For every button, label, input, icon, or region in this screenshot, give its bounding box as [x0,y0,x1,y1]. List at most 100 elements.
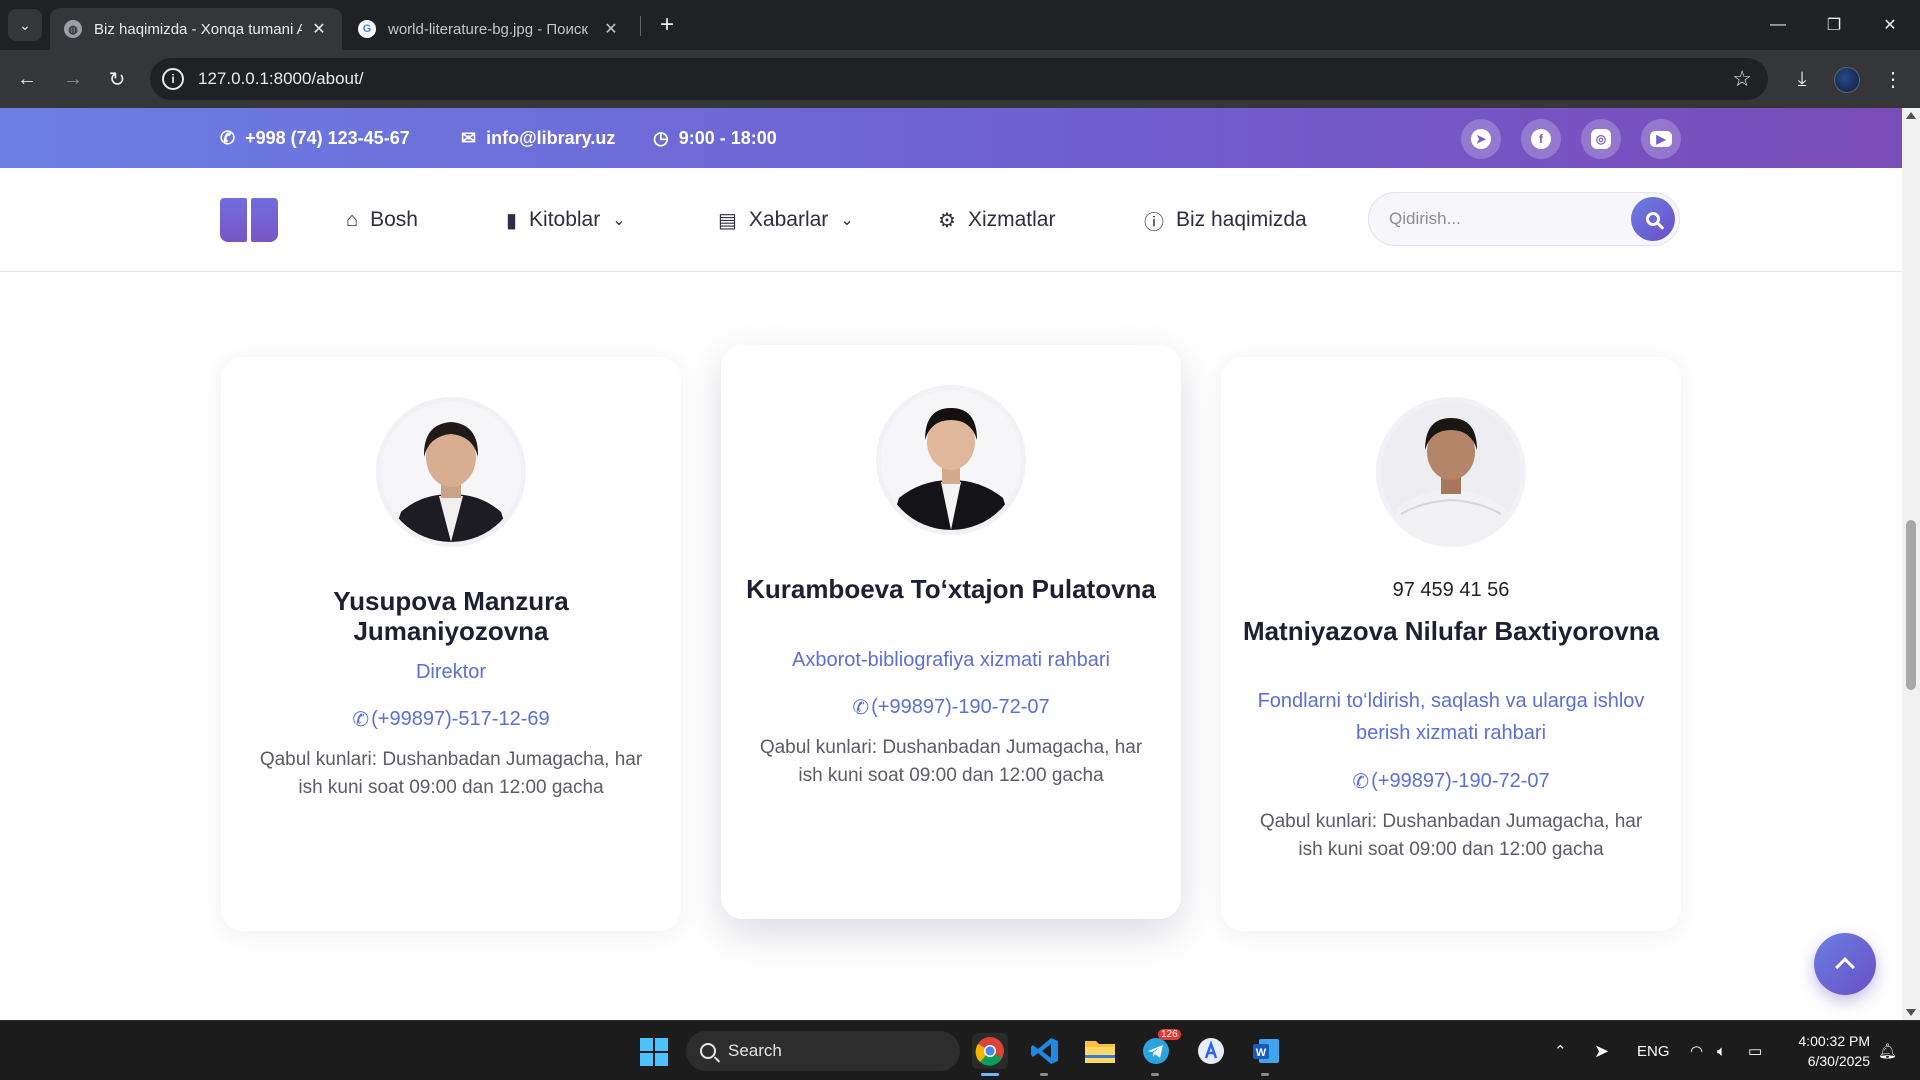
vscode-logo [1031,1038,1058,1064]
telegram-badge: 126 [1158,1029,1181,1040]
chevron-down-icon: ⌄ [612,212,626,229]
nav-item-xizmatlar[interactable]: ⚙ Xizmatlar [938,168,1055,272]
staff-phone-link[interactable]: ✆ (+99897)-190-72-07 [1221,769,1681,794]
back-icon[interactable]: ← [10,62,44,96]
telegram-tray-icon[interactable]: ➤ [1594,1021,1609,1080]
staff-role: Direktor [415,661,486,683]
working-hours: ◷ 9:00 - 18:00 [653,108,777,168]
instagram-link[interactable]: ◎ [1581,119,1621,159]
download-icon[interactable]: ⤓ [1785,62,1819,96]
scroll-to-top-button[interactable] [1814,933,1876,995]
chrome-logo [975,1037,1004,1066]
page-viewport: ✆ +998 (74) 123-45-67 ✉ info@library.uz … [0,108,1902,1020]
a-store-logo [1198,1038,1224,1064]
volume-icon[interactable]: 🔈︎ [1717,1021,1726,1080]
instagram-icon: ◎ [1591,129,1611,149]
chrome-app-icon[interactable] [972,1033,1008,1069]
contact-phone-text: +998 (74) 123-45-67 [245,127,410,148]
file-explorer-icon[interactable] [1082,1033,1118,1069]
tab-google-search[interactable]: G world-literature-bg.jpg - Поиск ✕ [344,8,634,50]
taskbar-search[interactable]: Search [686,1031,960,1071]
tab-close-icon[interactable]: ✕ [310,19,328,39]
envelope-icon: ✉ [461,127,477,148]
search-input[interactable] [1389,209,1609,229]
google-icon: G [358,20,376,38]
staff-phone: (+99897)-190-72-07 [871,696,1050,718]
staff-name: Matniyazova Nilufar Baxtiyorovna [1242,616,1660,646]
staff-phone-link[interactable]: ✆ (+99897)-517-12-69 [221,707,681,732]
clock-icon: ◷ [653,127,669,148]
staff-phone: (+99897)-517-12-69 [371,708,550,730]
nav-item-kitoblar[interactable]: ▮ Kitoblar ⌄ [506,168,626,272]
windows-start-icon[interactable] [640,1038,668,1066]
app-indicator [1151,1073,1159,1076]
tray-overflow-icon[interactable]: ⌃ [1554,1021,1567,1080]
chevron-down-icon: ⌄ [840,212,854,229]
app-store-icon[interactable] [1193,1033,1229,1069]
chevron-up-icon [1835,957,1855,977]
new-tab-button[interactable]: + [652,10,682,40]
tab-title: world-literature-bg.jpg - Поиск [388,20,588,38]
vscode-app-icon[interactable] [1027,1033,1063,1069]
nav-item-xabarlar[interactable]: ▤ Xabarlar ⌄ [718,168,854,272]
nav-item-bosh[interactable]: ⌂ Bosh [346,168,418,272]
staff-card: Kuramboeva To‘xtajon Pulatovna Axborot-b… [721,345,1181,919]
telegram-link[interactable]: ➤ [1461,119,1501,159]
profile-avatar[interactable] [1834,67,1860,93]
staff-card: 97 459 41 56 Matniyazova Nilufar Baxtiyo… [1221,357,1681,931]
notification-bell-icon[interactable]: 🔔︎ [1878,1021,1897,1080]
globe-icon: ◍ [64,20,82,38]
scroll-thumb[interactable] [1906,520,1916,690]
menu-kebab-icon[interactable]: ⋮ [1876,62,1910,96]
library-logo[interactable] [220,198,278,242]
contact-email[interactable]: ✉ info@library.uz [461,108,615,168]
contact-email-text: info@library.uz [486,127,616,148]
page-scrollbar[interactable] [1902,108,1920,1020]
address-bar[interactable]: i 127.0.0.1:8000/about/ ☆ [150,58,1768,100]
nav-item-biz-haqimizda[interactable]: ⓘ Biz haqimizda [1144,168,1307,272]
nav-label: Kitoblar [529,208,601,231]
restore-icon[interactable]: ❐ [1806,0,1862,50]
nav-label: Xizmatlar [967,208,1056,231]
telegram-app-icon[interactable]: 126 [1138,1029,1181,1069]
forward-icon[interactable]: → [56,62,90,96]
contact-phone[interactable]: ✆ +998 (74) 123-45-67 [220,108,410,168]
tab-close-icon[interactable]: ✕ [602,19,620,39]
close-window-icon[interactable]: ✕ [1862,0,1918,50]
site-info-icon[interactable]: i [162,68,184,90]
nav-label: Bosh [370,208,418,231]
bookmark-star-icon[interactable]: ☆ [1732,66,1752,92]
phone-icon: ✆ [220,127,236,148]
newspaper-icon: ▤ [718,209,737,232]
word-app-icon[interactable]: W [1248,1033,1284,1069]
info-icon: ⓘ [1144,211,1164,234]
language-indicator[interactable]: ENG [1637,1021,1670,1080]
tab-about[interactable]: ◍ Biz haqimizda - Xonqa tumani A ✕ [50,8,342,50]
minimize-icon[interactable]: — [1750,0,1806,50]
book-icon: ▮ [506,209,518,232]
scroll-down-arrow-icon[interactable] [1906,1009,1916,1016]
word-logo: W [1253,1039,1279,1063]
staff-phone-link[interactable]: ✆ (+99897)-190-72-07 [721,695,1181,720]
browser-tab-bar: ⌄ ◍ Biz haqimizda - Xonqa tumani A ✕ G w… [0,0,1920,50]
staff-photo [376,397,526,547]
scroll-up-arrow-icon[interactable] [1906,112,1916,119]
reload-icon[interactable]: ↻ [100,62,134,96]
youtube-link[interactable]: ▶ [1641,119,1681,159]
wifi-icon[interactable]: ◠ [1690,1021,1703,1080]
facebook-link[interactable]: f [1521,119,1561,159]
search-icon [700,1043,716,1059]
search-button[interactable] [1631,197,1675,241]
system-clock[interactable]: 4:00:32 PM 6/30/2025 [1790,1031,1870,1071]
browser-toolbar: ← → ↻ i 127.0.0.1:8000/about/ ☆ ⤓ ⋮ [0,50,1920,108]
search-icon [1646,212,1660,226]
youtube-icon: ▶ [1650,131,1672,147]
staff-photo-portrait [1381,402,1521,542]
svg-text:W: W [1256,1047,1267,1059]
tab-search-chevron-icon[interactable]: ⌄ [8,9,42,41]
taskbar-search-label: Search [728,1041,782,1060]
staff-photo-portrait [881,390,1021,530]
staff-role: Fondlarni to‘ldirish, saqlash va ularga … [1257,690,1645,744]
battery-icon[interactable]: ▭ [1748,1021,1762,1080]
staff-extra-phone: 97 459 41 56 [1392,579,1510,601]
